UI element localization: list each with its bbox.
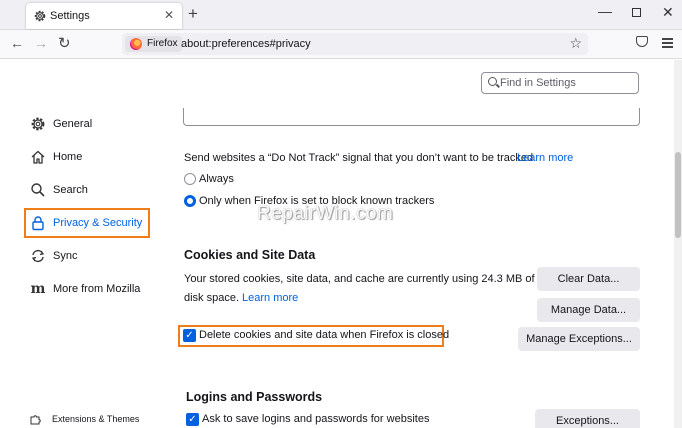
cookies-description-line1: Your stored cookies, site data, and cach…: [184, 273, 535, 285]
tab-strip: Settings ✕ + — ✕: [0, 0, 682, 30]
mozilla-icon: m: [30, 281, 46, 297]
watermark-text: RepairWin.com: [257, 203, 394, 224]
dnt-learn-more-link[interactable]: Learn more: [517, 152, 573, 164]
sync-icon: [30, 248, 46, 264]
sidebar-item-label: Home: [53, 151, 83, 163]
sidebar-item-more-from-mozilla[interactable]: m More from Mozilla: [30, 278, 141, 300]
firefox-logo-icon: [130, 38, 142, 50]
sidebar-item-privacy[interactable]: Privacy & Security: [30, 212, 142, 234]
ask-save-logins-label: Ask to save logins and passwords for web…: [202, 413, 430, 425]
tab-title: Settings: [50, 10, 90, 22]
close-window-button[interactable]: ✕: [662, 4, 674, 21]
scrollbar[interactable]: [674, 60, 682, 428]
sidebar-item-home[interactable]: Home: [30, 146, 82, 168]
url-text[interactable]: about:preferences#privacy: [181, 38, 311, 50]
url-bar[interactable]: Firefox about:preferences#privacy ☆: [122, 33, 588, 55]
cookies-learn-more-link[interactable]: Learn more: [242, 292, 298, 304]
delete-cookies-label: Delete cookies and site data when Firefo…: [199, 329, 450, 341]
logins-heading: Logins and Passwords: [186, 390, 323, 404]
close-tab-icon[interactable]: ✕: [164, 8, 174, 22]
settings-page: General Home Search Privacy & Security S…: [0, 60, 682, 428]
sidebar-item-label: Sync: [53, 250, 78, 262]
pocket-icon[interactable]: [636, 36, 648, 47]
back-button[interactable]: ←: [10, 35, 24, 51]
logins-exceptions-button[interactable]: Exceptions...: [535, 409, 640, 428]
scrollbar-thumb[interactable]: [675, 152, 681, 238]
gear-icon: [30, 116, 46, 132]
bookmark-star-icon[interactable]: ☆: [569, 35, 582, 52]
gear-icon: [34, 10, 46, 22]
home-icon: [30, 149, 46, 165]
identity-label: Firefox: [147, 38, 178, 49]
sidebar-item-label: Extensions & Themes: [52, 414, 140, 424]
truncated-input-box: [183, 108, 640, 126]
forward-button[interactable]: →: [34, 35, 48, 51]
find-in-settings[interactable]: [481, 72, 639, 94]
reload-button[interactable]: ↻: [58, 34, 71, 52]
sidebar-item-general[interactable]: General: [30, 113, 92, 135]
dnt-always-label: Always: [199, 173, 234, 185]
new-tab-button[interactable]: +: [188, 5, 198, 23]
identity-box[interactable]: Firefox: [125, 36, 182, 52]
dnt-description: Send websites a “Do Not Track” signal th…: [184, 152, 534, 164]
sidebar-item-label: General: [53, 118, 93, 130]
manage-data-button[interactable]: Manage Data...: [537, 298, 640, 322]
cookies-heading: Cookies and Site Data: [184, 248, 316, 262]
sidebar-item-sync[interactable]: Sync: [30, 245, 77, 267]
sidebar-item-label: More from Mozilla: [53, 283, 141, 295]
sidebar-item-extensions[interactable]: Extensions & Themes: [30, 413, 139, 425]
search-icon: [30, 182, 46, 198]
lock-icon: [30, 215, 46, 231]
dnt-only-radio[interactable]: [184, 195, 196, 207]
sidebar-item-label: Search: [53, 184, 88, 196]
clear-data-button[interactable]: Clear Data...: [537, 267, 640, 291]
cookies-description-line2: disk space.: [184, 292, 240, 304]
hamburger-menu-icon[interactable]: [662, 38, 673, 50]
puzzle-icon: [30, 413, 42, 425]
find-in-settings-input[interactable]: [500, 76, 634, 90]
tab-settings[interactable]: Settings ✕: [26, 3, 182, 29]
nav-bar: ← → ↻ Firefox about:preferences#privacy …: [0, 30, 682, 59]
manage-exceptions-button[interactable]: Manage Exceptions...: [518, 327, 640, 351]
sidebar-item-search[interactable]: Search: [30, 179, 88, 201]
minimize-button[interactable]: —: [598, 3, 612, 19]
search-icon: [488, 77, 497, 86]
maximize-button[interactable]: [632, 8, 641, 17]
dnt-always-radio[interactable]: [184, 173, 196, 185]
delete-cookies-checkbox[interactable]: ✓: [183, 329, 196, 342]
ask-save-logins-checkbox[interactable]: ✓: [186, 413, 199, 426]
sidebar-item-label: Privacy & Security: [53, 217, 143, 229]
